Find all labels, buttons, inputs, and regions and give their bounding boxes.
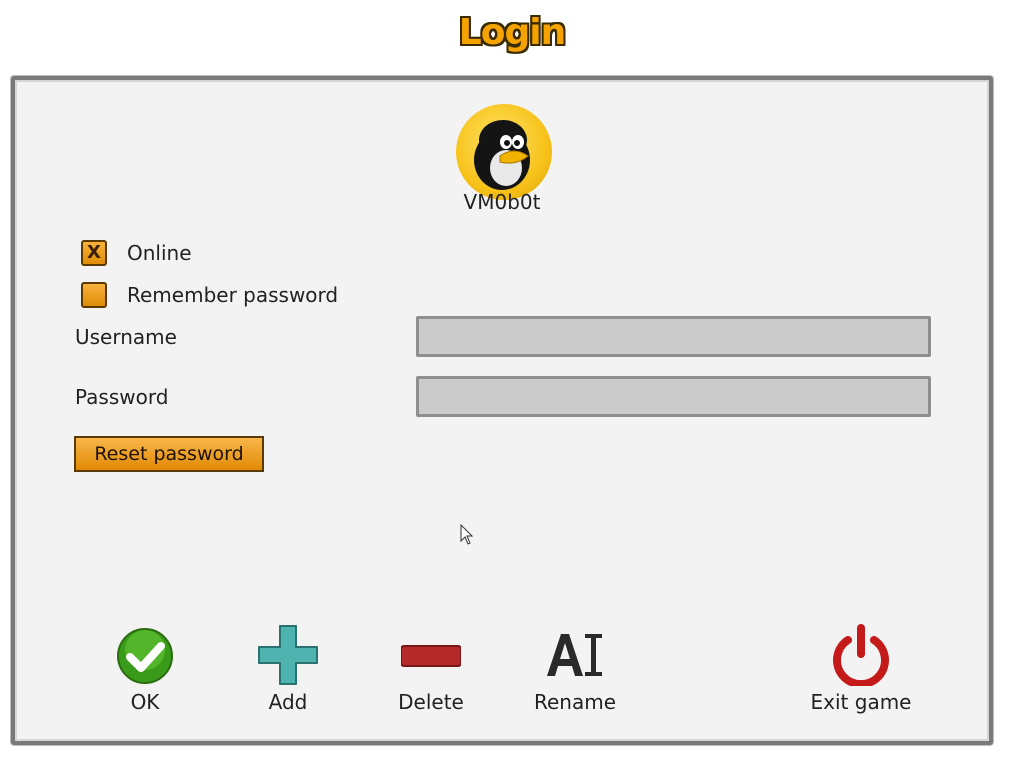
add-label: Add: [268, 690, 308, 714]
profile-name: VM0b0t: [463, 190, 541, 214]
online-checkbox[interactable]: X: [81, 240, 107, 266]
online-label: Online: [127, 241, 192, 265]
username-label: Username: [75, 325, 177, 349]
rename-icon: [547, 634, 602, 676]
remember-password-label: Remember password: [127, 283, 339, 307]
checkbox-mark-icon: X: [87, 242, 101, 263]
penguin-icon: [474, 120, 530, 190]
mouse-cursor-icon: [460, 524, 474, 545]
delete-label: Delete: [398, 690, 464, 714]
exit-game-label: Exit game: [810, 690, 912, 714]
delete-button[interactable]: Delete: [376, 624, 486, 720]
minus-icon: [401, 645, 461, 667]
ok-label: OK: [130, 690, 160, 714]
page-title: Login: [458, 12, 566, 53]
avatar[interactable]: [456, 104, 552, 200]
checkmark-icon: [117, 628, 173, 684]
rename-label: Rename: [533, 690, 617, 714]
reset-password-button[interactable]: Reset password: [74, 436, 264, 472]
add-button[interactable]: Add: [233, 624, 343, 720]
power-icon: [833, 624, 889, 686]
password-label: Password: [75, 385, 169, 409]
ok-button[interactable]: OK: [90, 624, 200, 720]
plus-icon: [258, 625, 318, 685]
password-field[interactable]: [416, 376, 931, 417]
remember-password-checkbox[interactable]: [81, 282, 107, 308]
rename-button[interactable]: Rename: [520, 624, 630, 720]
username-field[interactable]: [416, 316, 931, 357]
exit-game-button[interactable]: Exit game: [806, 624, 916, 720]
